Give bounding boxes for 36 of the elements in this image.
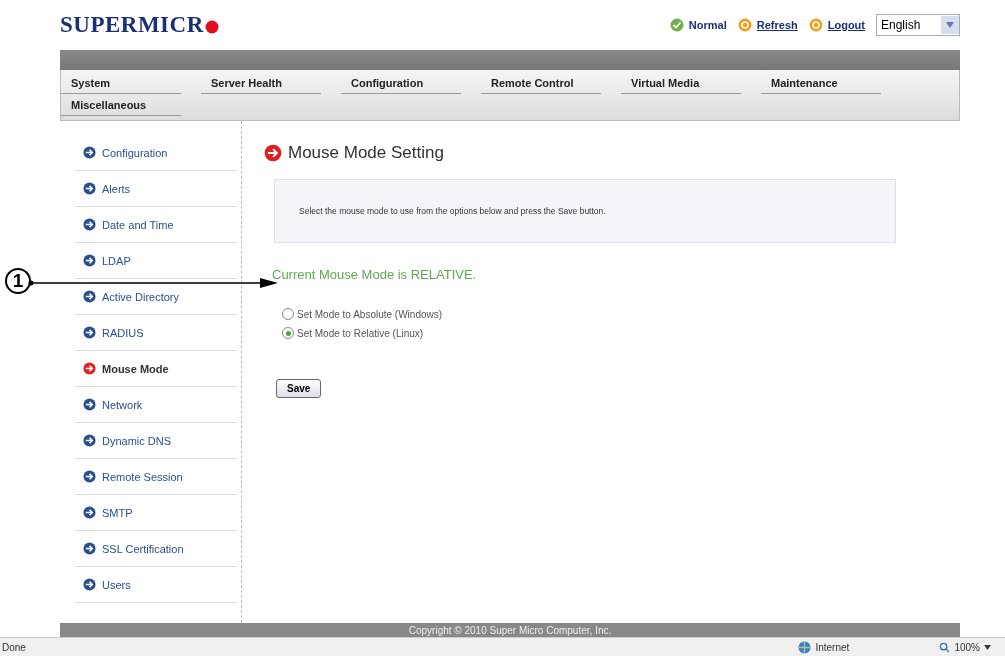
copyright-text: Copyright © 2010 Super Micro Computer, Inc. [408, 625, 612, 636]
radio-label: Set Mode to Absolute (Windows) [297, 308, 443, 320]
nav-tab[interactable]: Virtual Media [621, 72, 741, 94]
nav-tab[interactable]: Maintenance [761, 72, 881, 94]
logout-link[interactable]: Logout [827, 19, 865, 31]
sidebar-item[interactable]: Remote Session [75, 459, 237, 495]
radio-label: Set Mode to Relative (Linux) [297, 327, 424, 339]
zoom-level[interactable]: 100% [954, 641, 980, 653]
callout-number: 1 [5, 268, 31, 294]
sidebar-item[interactable]: SSL Certification [75, 531, 237, 567]
sidebar-item[interactable]: Dynamic DNS [75, 423, 237, 459]
nav-tab[interactable]: Server Health [201, 72, 321, 94]
language-select[interactable]: English [876, 14, 960, 36]
nav-tab[interactable]: Remote Control [481, 72, 601, 94]
nav-tab[interactable]: Configuration [341, 72, 461, 94]
logo: SUPERMICR [60, 12, 204, 38]
refresh-link[interactable]: Refresh [756, 19, 798, 31]
sidebar-item[interactable]: Configuration [75, 135, 237, 171]
sidebar-item[interactable]: LDAP [75, 243, 237, 279]
nav-tab[interactable]: System [61, 72, 181, 94]
save-button[interactable]: Save [276, 379, 322, 398]
page-title: Mouse Mode Setting [288, 143, 444, 163]
nav-tab[interactable]: Miscellaneous [61, 94, 181, 116]
zone-text: Internet [815, 641, 851, 653]
sidebar-item[interactable]: Alerts [75, 171, 237, 207]
sidebar-item[interactable]: SMTP [75, 495, 237, 531]
current-mode-text: Current Mouse Mode is RELATIVE. [272, 267, 478, 282]
info-text: Select the mouse mode to use from the options below and press the Save button. [299, 206, 606, 216]
sidebar-item[interactable]: Network [75, 387, 237, 423]
browser-status-text: Done [2, 641, 26, 653]
sidebar-item[interactable]: Mouse Mode [75, 351, 237, 387]
sidebar-item[interactable]: Users [75, 567, 237, 603]
sidebar-item[interactable]: RADIUS [75, 315, 237, 351]
status-text: Normal [688, 19, 727, 31]
sidebar-item[interactable]: Active Directory [75, 279, 237, 315]
sidebar-item[interactable]: Date and Time [75, 207, 237, 243]
